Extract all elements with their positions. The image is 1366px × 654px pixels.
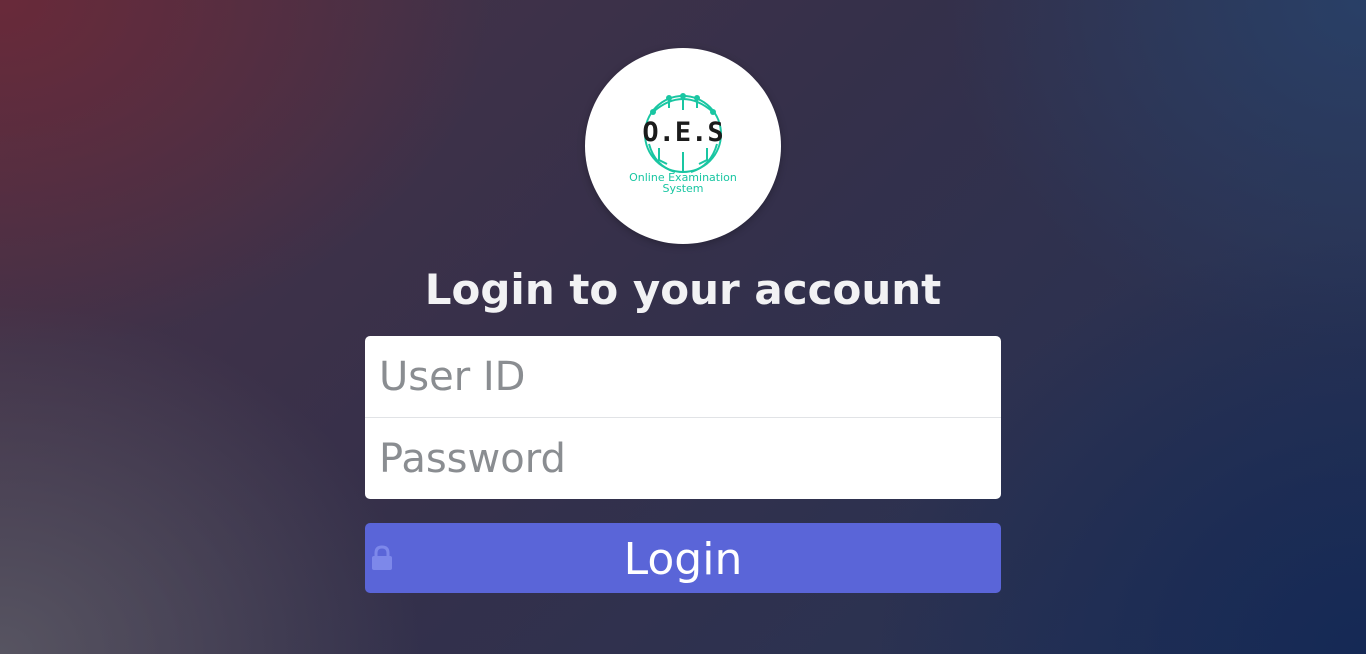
login-button-label: Login [623, 534, 743, 585]
password-input[interactable] [365, 418, 1001, 499]
logo-subtitle-line2: System [662, 182, 704, 195]
login-form [365, 336, 1001, 499]
user-id-input[interactable] [365, 336, 1001, 417]
logo-subtitle: Online Examination System [613, 172, 753, 194]
page-title: Login to your account [424, 265, 942, 314]
login-button[interactable]: Login [365, 523, 1001, 593]
logo-title: O.E.S [642, 117, 724, 148]
logo: O.E.S Online Examination System [585, 48, 781, 244]
